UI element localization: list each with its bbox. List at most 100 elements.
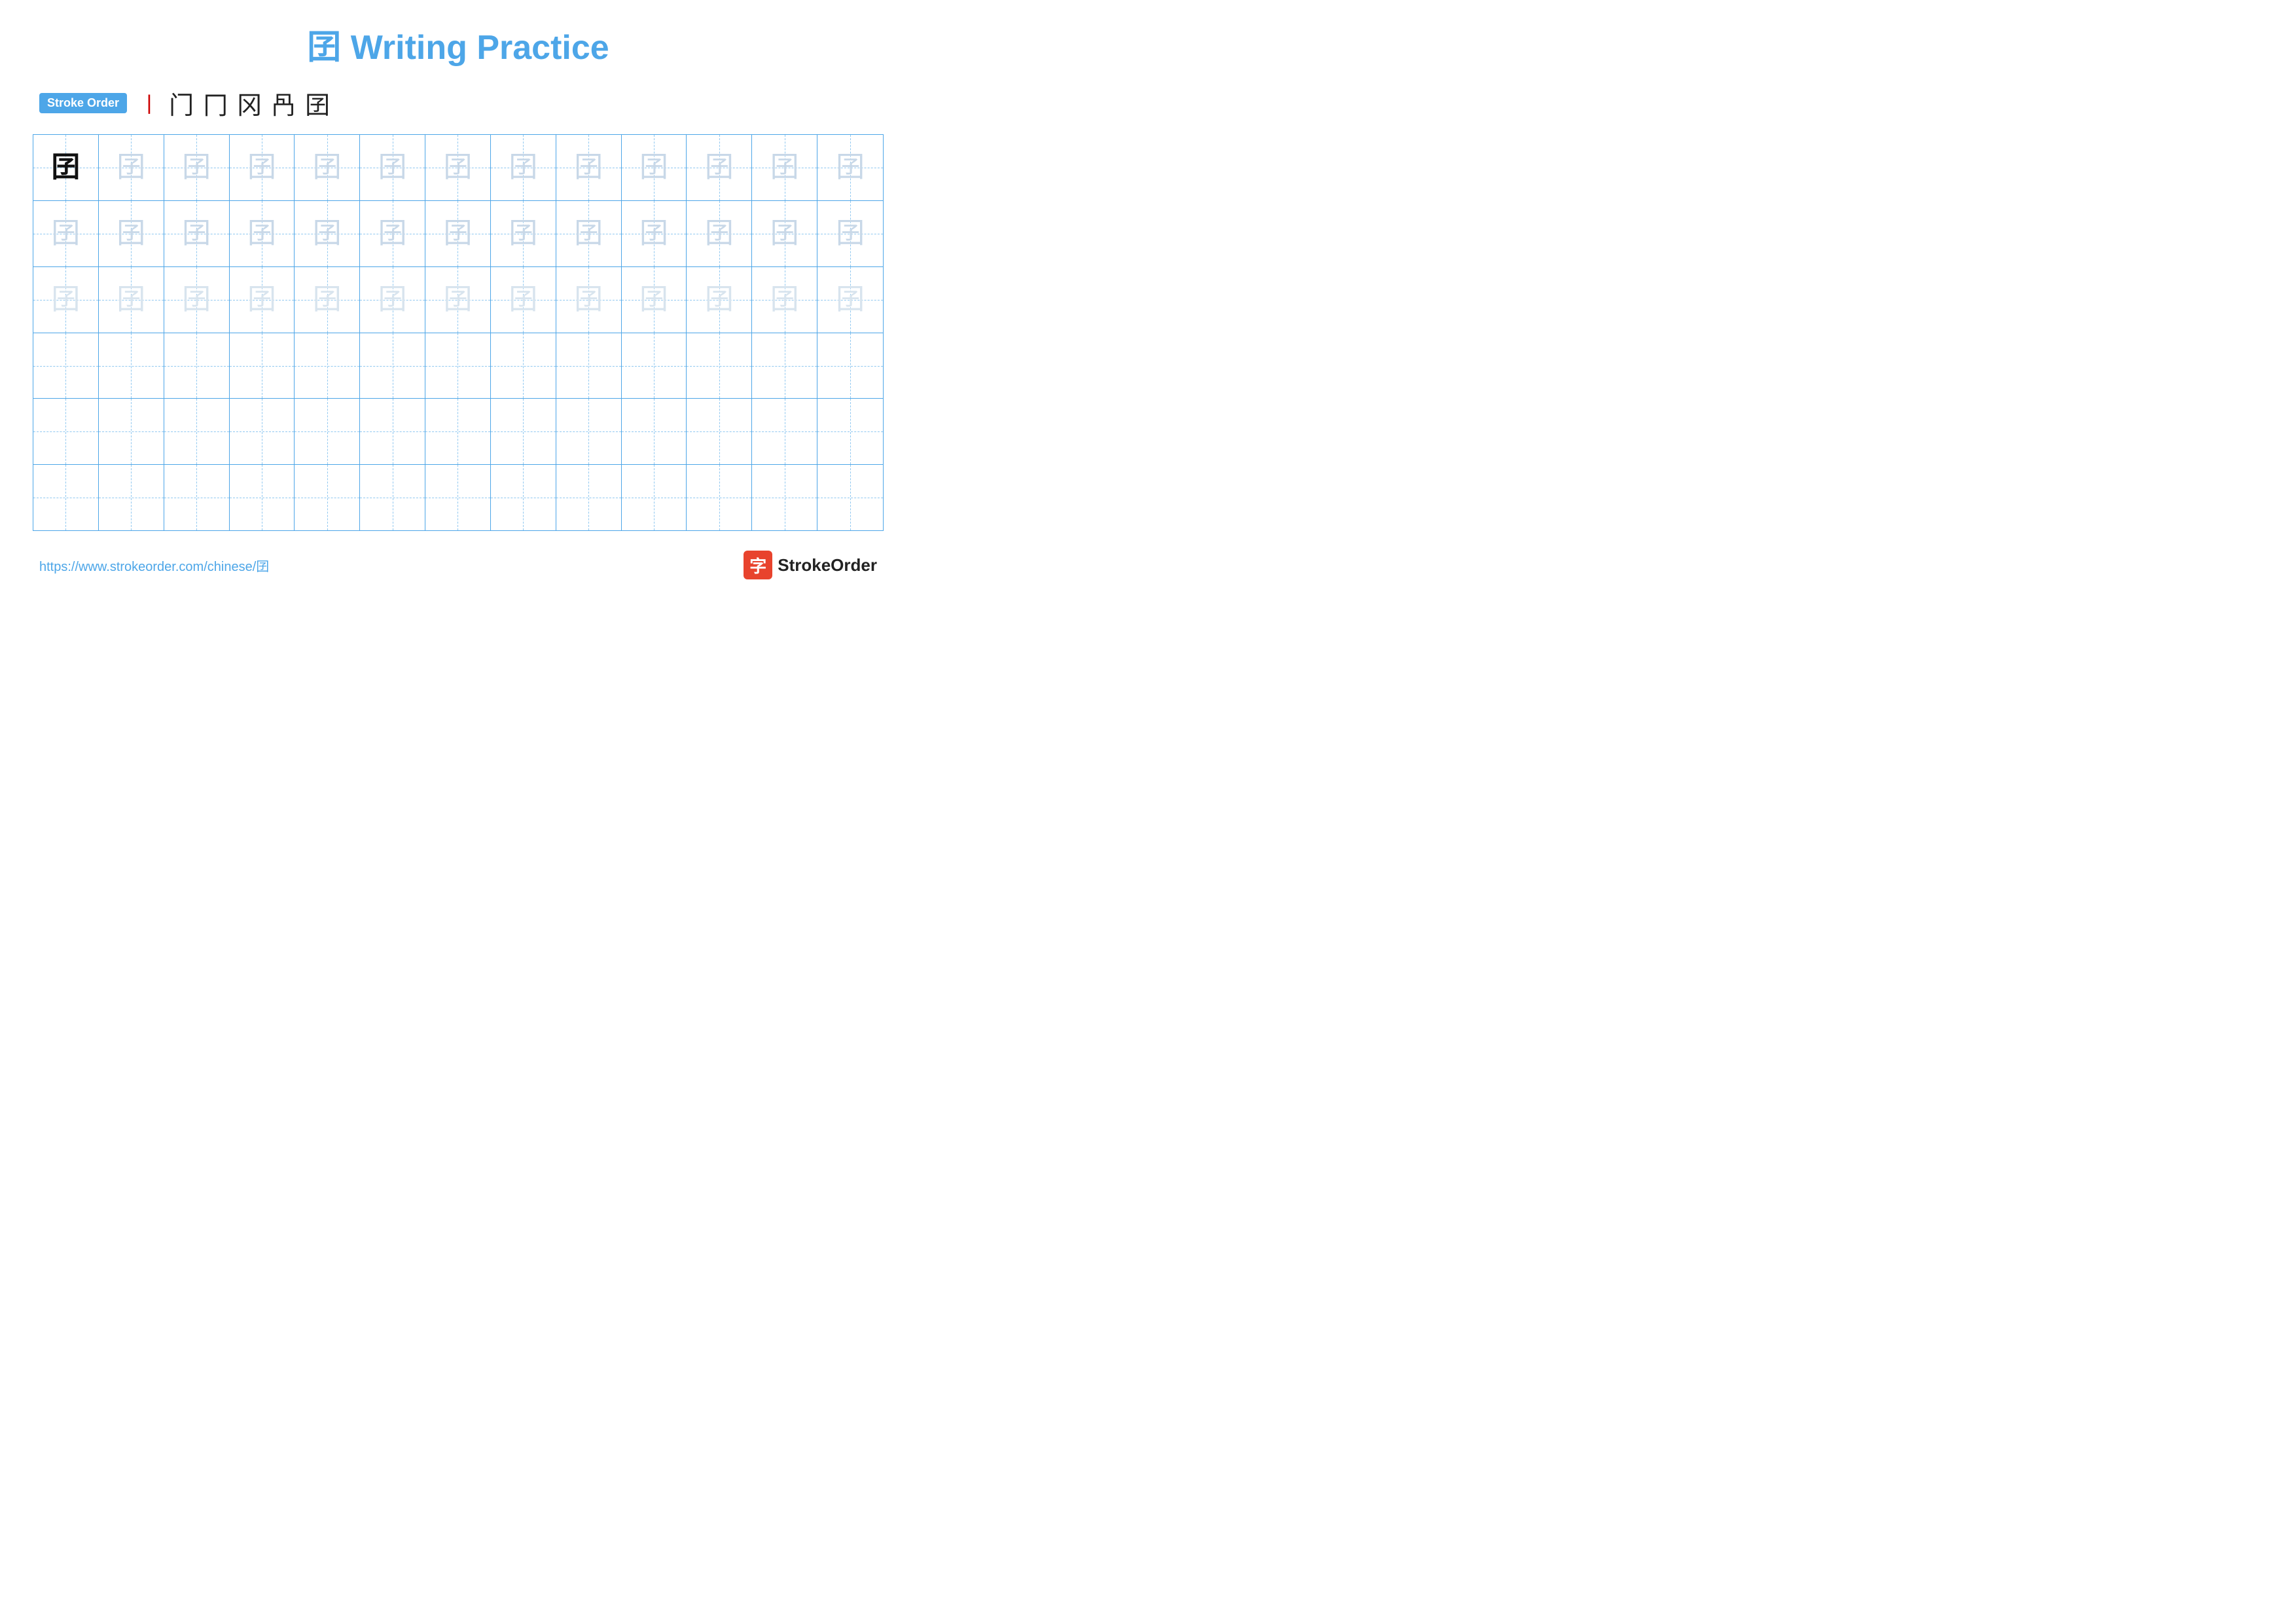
grid-cell[interactable]: 囝 bbox=[99, 267, 164, 333]
grid-cell[interactable] bbox=[360, 333, 425, 399]
char-light: 囝 bbox=[836, 219, 865, 248]
grid-cell[interactable]: 囝 bbox=[622, 135, 687, 200]
grid-cell[interactable] bbox=[687, 399, 752, 464]
grid-cell[interactable] bbox=[230, 399, 295, 464]
grid-cell[interactable] bbox=[687, 333, 752, 399]
grid-cell[interactable] bbox=[99, 399, 164, 464]
grid-cell[interactable] bbox=[752, 399, 817, 464]
grid-cell[interactable]: 囝 bbox=[230, 201, 295, 266]
grid-cell[interactable]: 囝 bbox=[491, 201, 556, 266]
grid-cell[interactable] bbox=[556, 465, 622, 530]
grid-cell[interactable]: 囝 bbox=[491, 135, 556, 200]
grid-cell[interactable]: 囝 bbox=[360, 135, 425, 200]
stroke-step-5: 冎 bbox=[271, 85, 296, 121]
grid-cell[interactable]: 囝 bbox=[752, 135, 817, 200]
grid-cell[interactable] bbox=[491, 465, 556, 530]
char-light: 囝 bbox=[443, 219, 472, 248]
grid-cell[interactable]: 囝 bbox=[817, 201, 883, 266]
grid-cell[interactable] bbox=[230, 333, 295, 399]
char-light: 囝 bbox=[705, 219, 734, 248]
grid-cell[interactable]: 囝 bbox=[360, 201, 425, 266]
grid-cell[interactable] bbox=[491, 399, 556, 464]
grid-cell[interactable]: 囝 bbox=[817, 267, 883, 333]
char-bold: 囝 bbox=[51, 153, 80, 182]
grid-cell[interactable] bbox=[230, 465, 295, 530]
grid-cell[interactable]: 囝 bbox=[99, 135, 164, 200]
grid-cell[interactable]: 囝 bbox=[33, 267, 99, 333]
stroke-step-6: 囝 bbox=[305, 85, 330, 121]
grid-cell[interactable] bbox=[622, 465, 687, 530]
grid-cell[interactable] bbox=[33, 333, 99, 399]
grid-cell[interactable]: 囝 bbox=[164, 135, 230, 200]
grid-cell[interactable]: 囝 bbox=[556, 201, 622, 266]
grid-cell[interactable]: 囝 bbox=[33, 135, 99, 200]
grid-cell[interactable] bbox=[556, 333, 622, 399]
grid-cell[interactable] bbox=[33, 399, 99, 464]
grid-cell[interactable] bbox=[295, 399, 360, 464]
grid-cell[interactable] bbox=[99, 333, 164, 399]
grid-cell[interactable]: 囝 bbox=[425, 267, 491, 333]
grid-cell[interactable]: 囝 bbox=[752, 267, 817, 333]
char-lighter: 囝 bbox=[117, 285, 145, 314]
grid-cell[interactable] bbox=[622, 399, 687, 464]
grid-cell[interactable]: 囝 bbox=[230, 267, 295, 333]
grid-cell[interactable]: 囝 bbox=[491, 267, 556, 333]
grid-cell[interactable]: 囝 bbox=[295, 135, 360, 200]
char-lighter: 囝 bbox=[51, 285, 80, 314]
grid-cell[interactable] bbox=[425, 333, 491, 399]
char-light: 囝 bbox=[639, 219, 668, 248]
grid-cell[interactable] bbox=[164, 333, 230, 399]
grid-cell[interactable]: 囝 bbox=[817, 135, 883, 200]
logo-text: StrokeOrder bbox=[778, 555, 877, 575]
grid-cell[interactable] bbox=[752, 333, 817, 399]
grid-cell[interactable]: 囝 bbox=[687, 267, 752, 333]
char-light: 囝 bbox=[509, 219, 537, 248]
grid-cell[interactable] bbox=[33, 465, 99, 530]
footer-url[interactable]: https://www.strokeorder.com/chinese/囝 bbox=[39, 556, 269, 575]
grid-cell[interactable] bbox=[295, 465, 360, 530]
grid-cell[interactable]: 囝 bbox=[687, 135, 752, 200]
grid-cell[interactable] bbox=[556, 399, 622, 464]
grid-cell[interactable] bbox=[164, 465, 230, 530]
char-lighter: 囝 bbox=[639, 285, 668, 314]
grid-cell[interactable]: 囝 bbox=[295, 201, 360, 266]
grid-cell[interactable]: 囝 bbox=[295, 267, 360, 333]
char-light: 囝 bbox=[574, 219, 603, 248]
title-text: Writing Practice bbox=[351, 29, 609, 67]
grid-cell[interactable]: 囝 bbox=[687, 201, 752, 266]
grid-cell[interactable]: 囝 bbox=[622, 201, 687, 266]
grid-cell[interactable] bbox=[817, 333, 883, 399]
grid-row-6 bbox=[33, 465, 883, 530]
stroke-order-section: Stroke Order 丨 门 冂 冈 冎 囝 bbox=[33, 85, 884, 121]
grid-cell[interactable]: 囝 bbox=[556, 267, 622, 333]
grid-cell[interactable]: 囝 bbox=[99, 201, 164, 266]
grid-cell[interactable] bbox=[817, 465, 883, 530]
char-lighter: 囝 bbox=[443, 285, 472, 314]
grid-cell[interactable] bbox=[817, 399, 883, 464]
grid-cell[interactable] bbox=[491, 333, 556, 399]
grid-cell[interactable] bbox=[425, 465, 491, 530]
char-lighter: 囝 bbox=[705, 285, 734, 314]
grid-cell[interactable]: 囝 bbox=[33, 201, 99, 266]
grid-cell[interactable] bbox=[295, 333, 360, 399]
stroke-steps: 丨 门 冂 冈 冎 囝 bbox=[139, 85, 330, 121]
grid-cell[interactable]: 囝 bbox=[752, 201, 817, 266]
grid-cell[interactable]: 囝 bbox=[164, 267, 230, 333]
grid-cell[interactable] bbox=[360, 399, 425, 464]
grid-cell[interactable]: 囝 bbox=[556, 135, 622, 200]
grid-cell[interactable]: 囝 bbox=[230, 135, 295, 200]
practice-grid: 囝 囝 囝 囝 囝 囝 囝 囝 囝 囝 囝 囝 囝 囝 囝 囝 囝 囝 囝 囝 … bbox=[33, 134, 884, 531]
grid-cell[interactable]: 囝 bbox=[425, 201, 491, 266]
char-lighter: 囝 bbox=[509, 285, 537, 314]
grid-cell[interactable] bbox=[622, 333, 687, 399]
grid-cell[interactable]: 囝 bbox=[425, 135, 491, 200]
grid-cell[interactable]: 囝 bbox=[622, 267, 687, 333]
grid-cell[interactable] bbox=[164, 399, 230, 464]
grid-cell[interactable]: 囝 bbox=[164, 201, 230, 266]
grid-cell[interactable] bbox=[687, 465, 752, 530]
grid-cell[interactable] bbox=[360, 465, 425, 530]
grid-cell[interactable]: 囝 bbox=[360, 267, 425, 333]
grid-cell[interactable] bbox=[752, 465, 817, 530]
grid-cell[interactable] bbox=[99, 465, 164, 530]
grid-cell[interactable] bbox=[425, 399, 491, 464]
